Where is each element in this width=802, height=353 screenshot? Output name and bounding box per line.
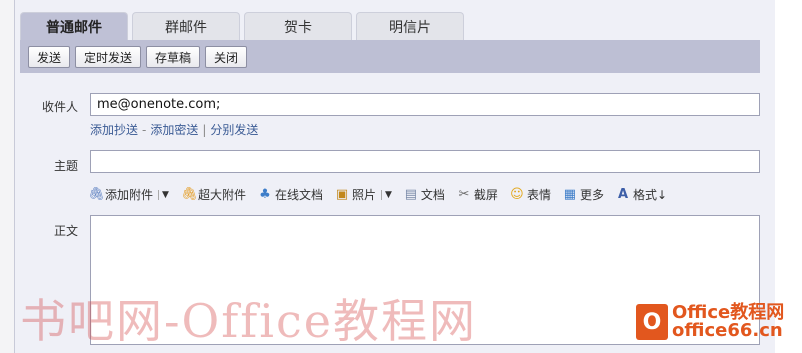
large-attachment-label: 超大附件 [197,188,246,202]
chevron-down-icon[interactable]: ▼ [158,189,169,200]
format-icon: A [617,186,628,202]
left-margin [0,0,14,353]
screenshot-button[interactable]: ✂ 截屏 [457,186,498,203]
separate-send-link[interactable]: 分别发送 [210,121,258,138]
more-label: 更多 [579,188,604,202]
document-label: 文档 [420,188,445,202]
attachment-bar: 🖇 添加附件 ▼ 🖇 超大附件 ♣ 在线文档 ▣ 照片 ▼ ▤ 文档 ✂ 截屏 … [88,186,667,203]
format-button[interactable]: A 格式↓ [616,186,667,203]
add-bcc-link[interactable]: 添加密送 [150,121,198,138]
chevron-down-icon[interactable]: ▼ [380,189,392,200]
emoji-icon: ☺ [510,186,524,202]
tab-group-mail[interactable]: 群邮件 [132,12,240,40]
subject-input[interactable] [90,150,760,173]
photo-icon: ▣ [335,186,349,202]
recipient-value: me@onenote.com; [97,97,221,112]
close-button[interactable]: 关闭 [205,46,248,68]
screenshot-icon: ✂ [458,186,470,202]
emoji-label: 表情 [526,188,551,202]
emoji-button[interactable]: ☺ 表情 [510,186,551,203]
online-doc-label: 在线文档 [274,188,323,202]
add-attachment-label: 添加附件 [105,188,154,202]
large-attachment-button[interactable]: 🖇 超大附件 [181,186,246,203]
compose-toolbar: 发送 定时发送 存草稿 关闭 [28,46,248,68]
tab-postcard[interactable]: 明信片 [356,12,464,40]
tab-normal-mail[interactable]: 普通邮件 [20,12,128,40]
add-cc-link[interactable]: 添加抄送 [90,121,138,138]
save-draft-button[interactable]: 存草稿 [146,46,201,68]
format-label: 格式↓ [632,188,668,202]
cloud-doc-icon: ♣ [259,186,271,202]
recipient-sublinks: 添加抄送 - 添加密送 | 分别发送 [90,121,258,138]
document-button[interactable]: ▤ 文档 [404,186,445,203]
recipient-input[interactable]: me@onenote.com; [90,93,760,116]
large-paperclip-icon: 🖇 [180,186,198,202]
tab-greeting-card[interactable]: 贺卡 [244,12,352,40]
document-icon: ▤ [404,186,418,202]
site-logo: O Office教程网 office66.cn [636,304,784,340]
watermark-text: 书吧网-Office教程网 [20,294,478,348]
send-button[interactable]: 发送 [28,46,71,68]
compose-tabs: 普通邮件 群邮件 贺卡 明信片 [20,12,464,40]
subject-label: 主题 [54,159,79,173]
online-doc-button[interactable]: ♣ 在线文档 [258,186,323,203]
office-logo-icon: O [636,304,668,340]
add-attachment-button[interactable]: 🖇 添加附件 ▼ [88,186,169,203]
body-label: 正文 [54,224,79,238]
scheduled-send-button[interactable]: 定时发送 [75,46,142,68]
more-icon: ▦ [563,186,577,202]
recipient-label: 收件人 [42,100,79,114]
screenshot-label: 截屏 [473,188,498,202]
photo-label: 照片 [351,188,376,202]
logo-text: Office教程网 office66.cn [672,304,784,340]
more-button[interactable]: ▦ 更多 [563,186,604,203]
link-separator-dash: - [142,122,147,137]
photo-button[interactable]: ▣ 照片 ▼ [335,186,392,203]
logo-url: office66.cn [672,320,783,341]
link-separator-bar: | [202,122,207,137]
paperclip-icon: 🖇 [88,186,105,202]
